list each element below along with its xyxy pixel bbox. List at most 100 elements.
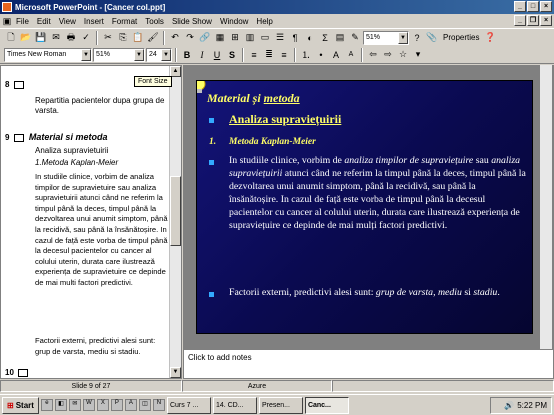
scroll-thumb[interactable]: [170, 176, 181, 246]
chevron-down-icon[interactable]: ▼: [81, 48, 91, 61]
powerpoint-app-icon[interactable]: [2, 2, 12, 12]
promote-icon[interactable]: ⇦: [366, 48, 380, 62]
close-button[interactable]: ×: [540, 1, 552, 12]
underline-button[interactable]: U: [210, 48, 224, 62]
menu-format[interactable]: Format: [108, 17, 141, 26]
cut-icon[interactable]: ✂: [101, 31, 115, 45]
italic-button[interactable]: I: [195, 48, 209, 62]
quicklaunch-icon[interactable]: ◫: [138, 399, 151, 411]
slide-scrollbar[interactable]: [540, 65, 552, 349]
drawing-icon[interactable]: ✎: [348, 31, 362, 45]
chevron-down-icon[interactable]: ▼: [134, 48, 144, 61]
demote-icon[interactable]: ⇨: [381, 48, 395, 62]
quicklaunch-icon[interactable]: A: [124, 399, 137, 411]
clock[interactable]: 5:22 PM: [517, 401, 547, 410]
redo-icon[interactable]: ↷: [183, 31, 197, 45]
chevron-down-icon[interactable]: ▾: [411, 48, 425, 62]
grayscale-icon[interactable]: ◐: [303, 31, 317, 45]
menu-tools[interactable]: Tools: [141, 17, 168, 26]
autosum-icon[interactable]: Σ: [318, 31, 332, 45]
doc-close-button[interactable]: ×: [540, 15, 552, 26]
slide-canvas[interactable]: Material și metoda Analiza supraviețuiri…: [196, 80, 533, 334]
print-icon[interactable]: 🖶: [64, 31, 78, 45]
copy-icon[interactable]: ⎘: [116, 31, 130, 45]
notes-pane[interactable]: Click to add notes: [183, 349, 554, 379]
grid-icon[interactable]: ▤: [333, 31, 347, 45]
outline-scrollbar[interactable]: ▲ ▼: [169, 66, 181, 378]
outline-bullet[interactable]: In studiile clinice, vorbim de analiza t…: [35, 172, 169, 289]
align-left-icon[interactable]: ≡: [247, 48, 261, 62]
question-icon[interactable]: ❓: [483, 31, 497, 45]
outline-bullet[interactable]: Repartitia pacientelor dupa grupa de var…: [35, 96, 165, 116]
save-icon[interactable]: 💾: [34, 31, 48, 45]
menu-slide-show[interactable]: Slide Show: [168, 17, 216, 26]
lightbulb-icon[interactable]: [196, 80, 207, 95]
tables-borders-icon[interactable]: ▦: [213, 31, 227, 45]
minimize-button[interactable]: _: [514, 1, 526, 12]
chevron-down-icon[interactable]: ▼: [398, 31, 408, 44]
slide-title[interactable]: Material și metoda: [207, 91, 300, 106]
undo-icon[interactable]: ↶: [168, 31, 182, 45]
doc-minimize-button[interactable]: _: [514, 15, 526, 26]
bullets-icon[interactable]: •: [314, 48, 328, 62]
taskbar-task[interactable]: Curs 7 ...: [166, 396, 211, 414]
zoom-combo-2[interactable]: 51% ▼: [93, 47, 145, 62]
slide-subheading[interactable]: Metoda Kaplan-Meier: [229, 137, 316, 147]
format-painter-icon[interactable]: 🖌: [146, 31, 160, 45]
bold-button[interactable]: B: [180, 48, 194, 62]
email-icon[interactable]: ✉: [49, 31, 63, 45]
menu-edit[interactable]: Edit: [33, 17, 55, 26]
scroll-up-icon[interactable]: ▲: [170, 66, 181, 77]
menu-file[interactable]: File: [12, 17, 33, 26]
slide-bullet-heading[interactable]: Analiza supraviețuirii: [229, 112, 341, 127]
slide-paragraph[interactable]: Factorii externi, predictivi alesi sunt:…: [229, 286, 527, 299]
menu-window[interactable]: Window: [216, 17, 252, 26]
spellcheck-icon[interactable]: ✓: [79, 31, 93, 45]
increase-font-icon[interactable]: A: [329, 48, 343, 62]
slide-paragraph[interactable]: In studiile clinice, vorbim de analiza t…: [229, 154, 527, 232]
scroll-down-icon[interactable]: ▼: [170, 367, 181, 378]
office-assistant-icon[interactable]: 📎: [425, 31, 439, 45]
maximize-button[interactable]: □: [527, 1, 539, 12]
outline-slide-9-header[interactable]: 9 Material si metoda: [5, 132, 107, 143]
menu-help[interactable]: Help: [252, 17, 276, 26]
align-right-icon[interactable]: ≡: [277, 48, 291, 62]
open-icon[interactable]: 📂: [19, 31, 33, 45]
outline-bullet[interactable]: 1.Metoda Kaplan-Meier: [35, 158, 165, 168]
quicklaunch-icon[interactable]: W: [82, 399, 95, 411]
expand-all-icon[interactable]: ☰: [273, 31, 287, 45]
doc-restore-button[interactable]: ❐: [527, 15, 539, 26]
quicklaunch-icon[interactable]: ◧: [54, 399, 67, 411]
hyperlink-icon[interactable]: 🔗: [198, 31, 212, 45]
properties-button[interactable]: Properties: [440, 33, 482, 42]
help-icon[interactable]: ?: [410, 31, 424, 45]
numbering-icon[interactable]: ⒈: [299, 48, 313, 62]
show-formatting-icon[interactable]: ¶: [288, 31, 302, 45]
quicklaunch-icon[interactable]: e: [40, 399, 53, 411]
zoom-combo[interactable]: 51% ▼: [363, 30, 409, 45]
start-button[interactable]: ⊞ Start: [2, 396, 39, 414]
font-name-combo[interactable]: Times New Roman ▼: [4, 47, 92, 62]
new-slide-icon[interactable]: ▭: [258, 31, 272, 45]
menu-insert[interactable]: Insert: [80, 17, 108, 26]
insert-table-icon[interactable]: ⊞: [228, 31, 242, 45]
outline-pane[interactable]: 8 Repartitia pacientelor dupa grupa de v…: [0, 65, 182, 379]
quicklaunch-icon[interactable]: ✉: [68, 399, 81, 411]
chevron-down-icon[interactable]: ▼: [161, 48, 171, 61]
new-icon[interactable]: 🗋: [4, 31, 18, 45]
taskbar-task[interactable]: Presen...: [258, 396, 303, 414]
taskbar-task[interactable]: 14. CD...: [212, 396, 257, 414]
outline-bullet[interactable]: Analiza supravietuirii: [35, 146, 165, 156]
quicklaunch-icon[interactable]: X: [96, 399, 109, 411]
volume-icon[interactable]: 🔊: [504, 401, 514, 410]
paste-icon[interactable]: 📋: [131, 31, 145, 45]
align-center-icon[interactable]: ≣: [262, 48, 276, 62]
decrease-font-icon[interactable]: A: [344, 48, 358, 62]
shadow-button[interactable]: S: [225, 48, 239, 62]
font-size-combo[interactable]: 24 ▼: [146, 47, 172, 62]
outline-slide-10-header[interactable]: 10: [5, 368, 29, 378]
document-icon[interactable]: ▣: [2, 14, 12, 28]
insert-chart-icon[interactable]: ▥: [243, 31, 257, 45]
menu-view[interactable]: View: [55, 17, 80, 26]
outline-bullet[interactable]: Factorii externi, predictivi alesi sunt:…: [35, 336, 169, 357]
